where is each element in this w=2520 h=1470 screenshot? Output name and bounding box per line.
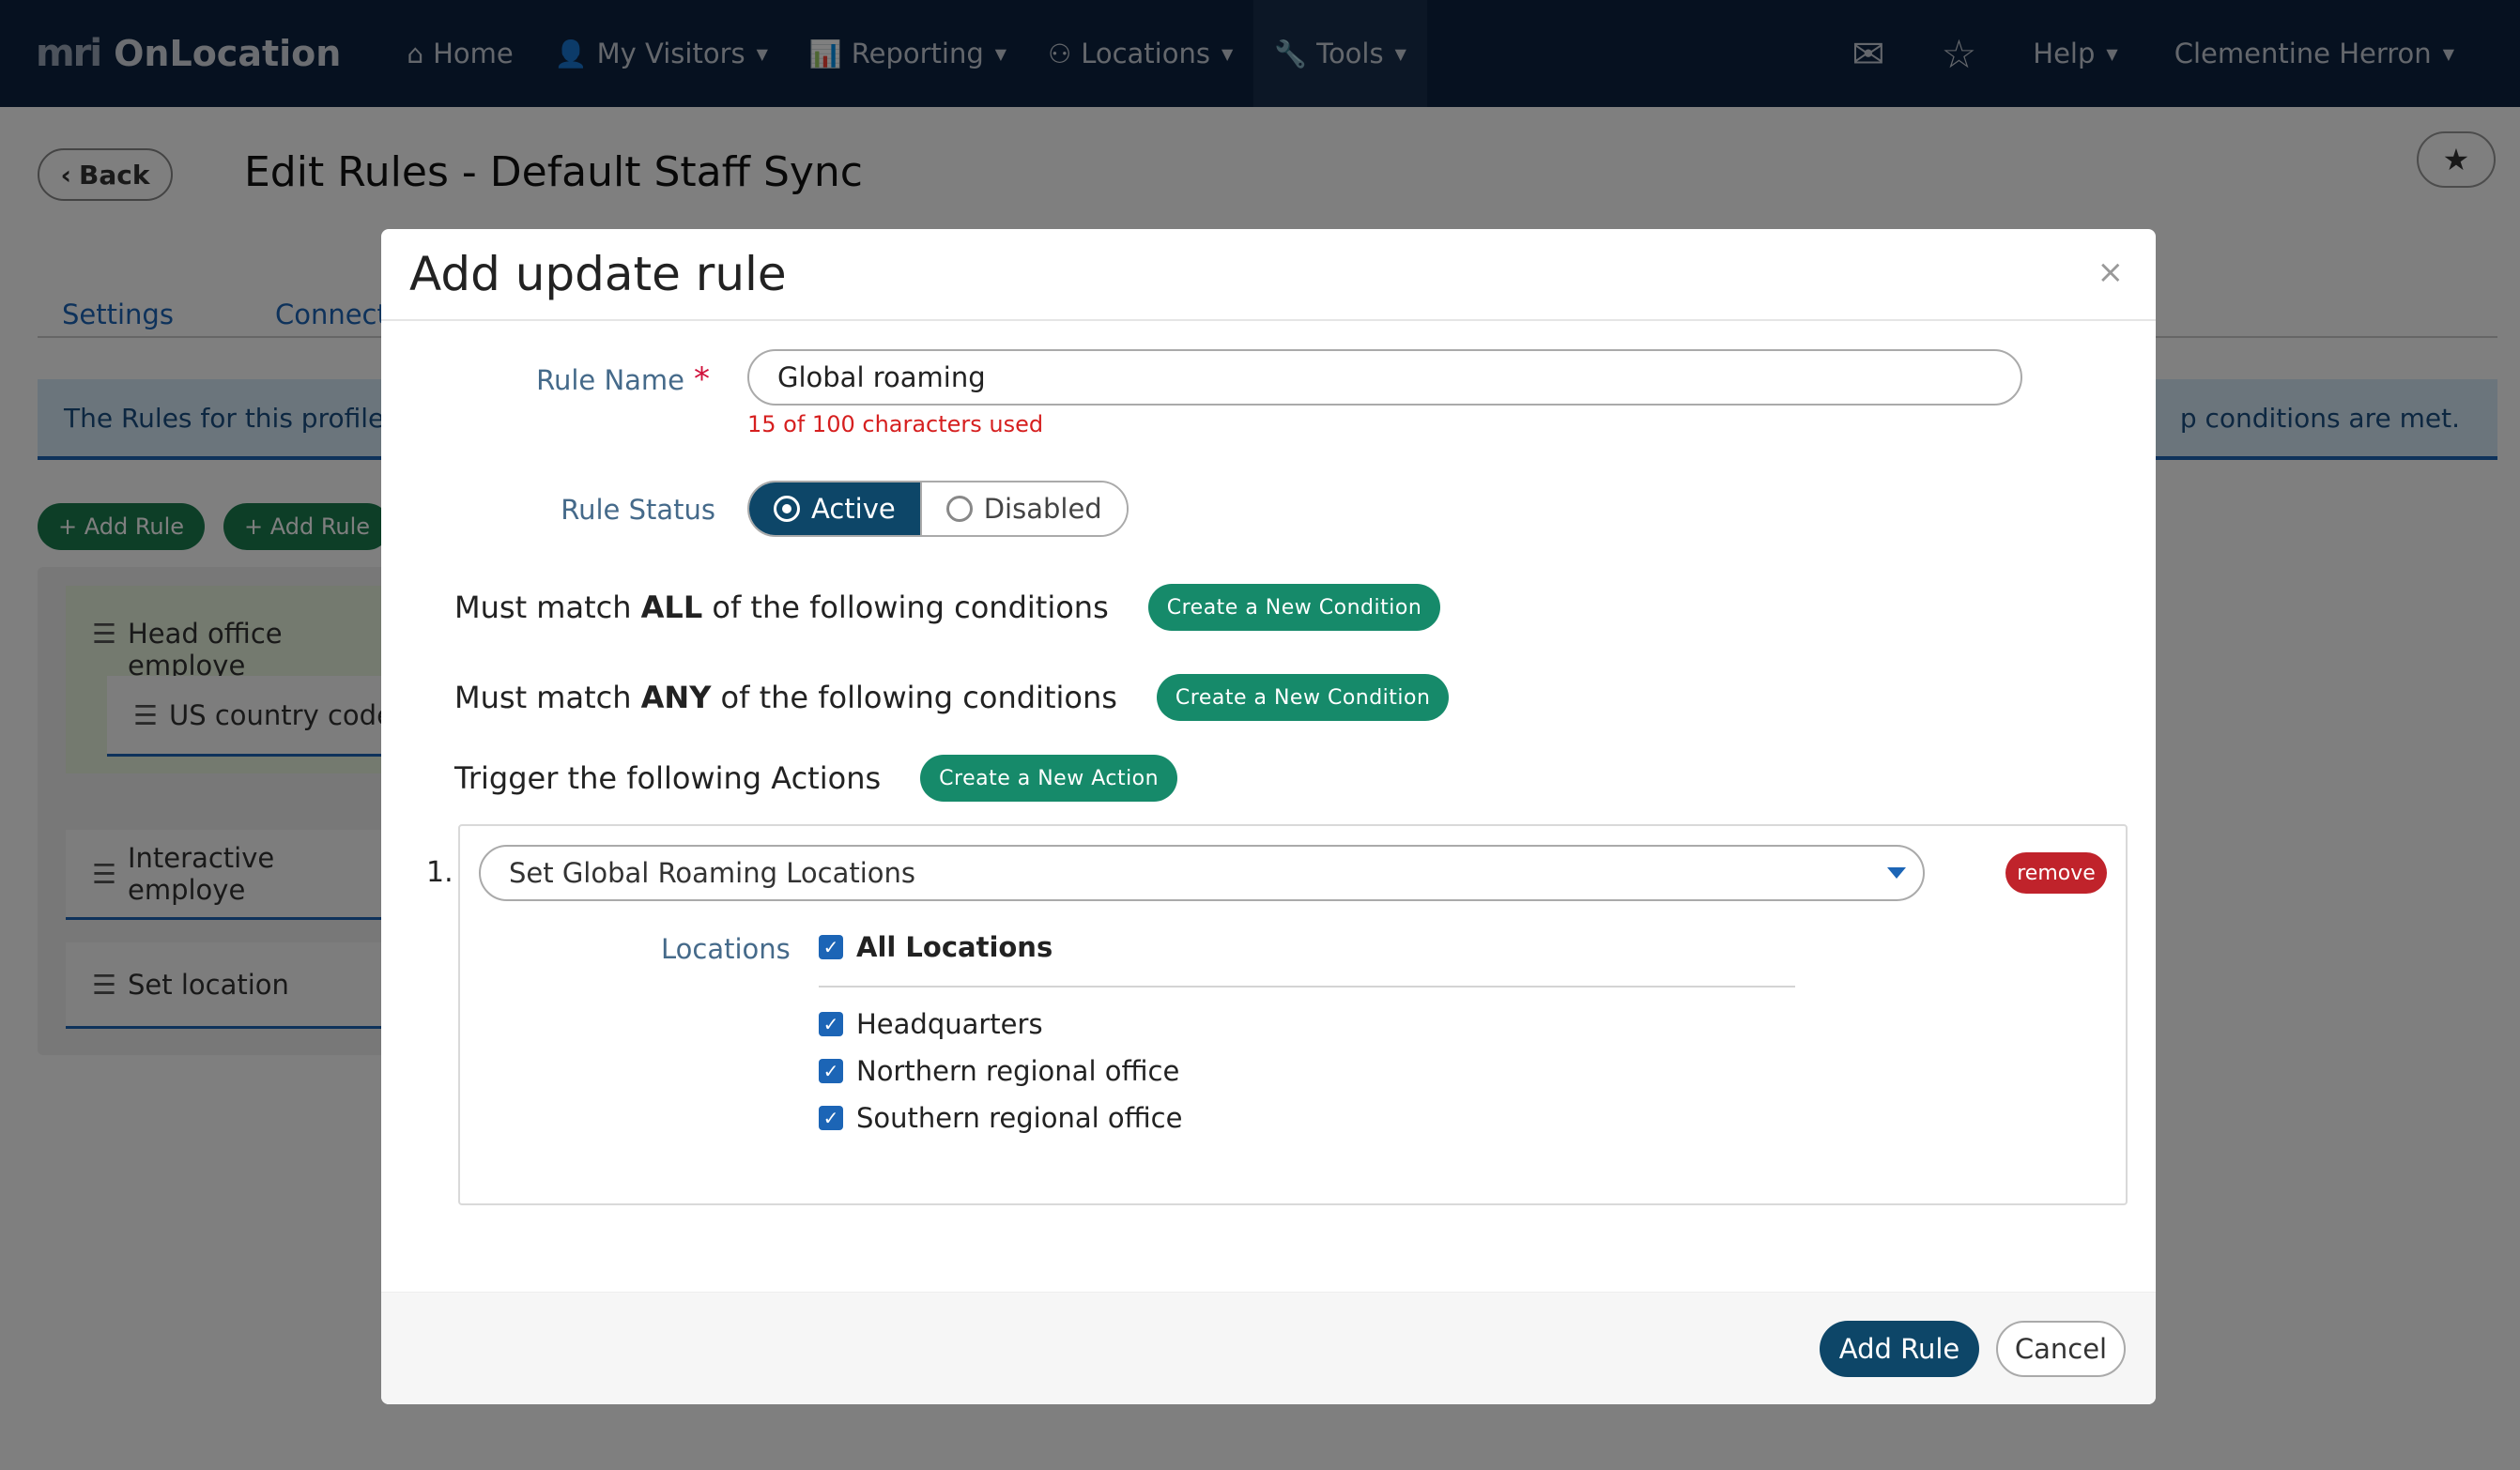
match-all-section: Must match ALL of the following conditio…: [454, 584, 1441, 631]
actions-section: Trigger the following Actions Create a N…: [454, 755, 1178, 802]
all-locations-label: All Locations: [856, 931, 1053, 963]
action-number: 1.: [426, 856, 453, 889]
create-action-button[interactable]: Create a New Action: [920, 755, 1178, 802]
rule-name-label: Rule Name *: [522, 360, 710, 398]
checkbox-checked-icon[interactable]: ✓: [819, 1059, 843, 1083]
match-any-section: Must match ANY of the following conditio…: [454, 674, 1450, 721]
radio-selected-icon: [774, 496, 800, 522]
modal-title: Add update rule: [409, 247, 787, 301]
rule-status-toggle: Active Disabled: [747, 481, 1129, 537]
add-update-rule-modal: Add update rule × Rule Name * 15 of 100 c…: [381, 229, 2156, 1404]
rule-name-label-text: Rule Name: [536, 364, 684, 396]
action-type-value: Set Global Roaming Locations: [509, 857, 916, 889]
location-label: Headquarters: [856, 1008, 1043, 1040]
checkbox-checked-icon[interactable]: ✓: [819, 1012, 843, 1036]
modal-header: Add update rule ×: [381, 229, 2156, 321]
match-all-text: Must match ALL of the following conditio…: [454, 590, 1109, 625]
status-active-option[interactable]: Active: [749, 482, 920, 535]
checkbox-checked-icon[interactable]: ✓: [819, 1106, 843, 1130]
create-condition-any-button[interactable]: Create a New Condition: [1156, 674, 1450, 721]
char-count: 15 of 100 characters used: [747, 411, 1044, 437]
all-locations-checkbox-row[interactable]: ✓ All Locations: [819, 931, 1053, 963]
modal-footer: Add Rule Cancel: [381, 1292, 2156, 1404]
checkbox-checked-icon[interactable]: ✓: [819, 935, 843, 959]
cancel-button[interactable]: Cancel: [1996, 1321, 2126, 1377]
action-item: Set Global Roaming Locations remove Loca…: [458, 824, 2128, 1205]
match-any-text: Must match ANY of the following conditio…: [454, 680, 1117, 715]
location-checkbox-row[interactable]: ✓ Southern regional office: [819, 1102, 1182, 1134]
remove-action-button[interactable]: remove: [2005, 852, 2107, 894]
modal-body: Rule Name * 15 of 100 characters used Rul…: [381, 321, 2156, 1260]
required-asterisk: *: [694, 360, 710, 398]
status-disabled-option[interactable]: Disabled: [919, 482, 1127, 535]
status-active-label: Active: [811, 493, 896, 525]
rule-status-label: Rule Status: [561, 494, 715, 526]
add-rule-submit-button[interactable]: Add Rule: [1820, 1321, 1979, 1377]
status-disabled-label: Disabled: [983, 493, 1102, 525]
caret-down-icon: [1887, 867, 1906, 879]
divider: [819, 986, 1795, 988]
location-label: Southern regional office: [856, 1102, 1183, 1134]
close-icon[interactable]: ×: [2097, 253, 2125, 291]
locations-label: Locations: [661, 933, 791, 965]
action-type-select[interactable]: Set Global Roaming Locations: [479, 845, 1925, 901]
location-label: Northern regional office: [856, 1055, 1180, 1087]
location-checkbox-row[interactable]: ✓ Northern regional office: [819, 1055, 1179, 1087]
rule-name-input[interactable]: [747, 349, 2022, 406]
create-condition-all-button[interactable]: Create a New Condition: [1147, 584, 1441, 631]
actions-text: Trigger the following Actions: [454, 760, 882, 796]
radio-unselected-icon: [945, 496, 973, 522]
location-checkbox-row[interactable]: ✓ Headquarters: [819, 1008, 1043, 1040]
